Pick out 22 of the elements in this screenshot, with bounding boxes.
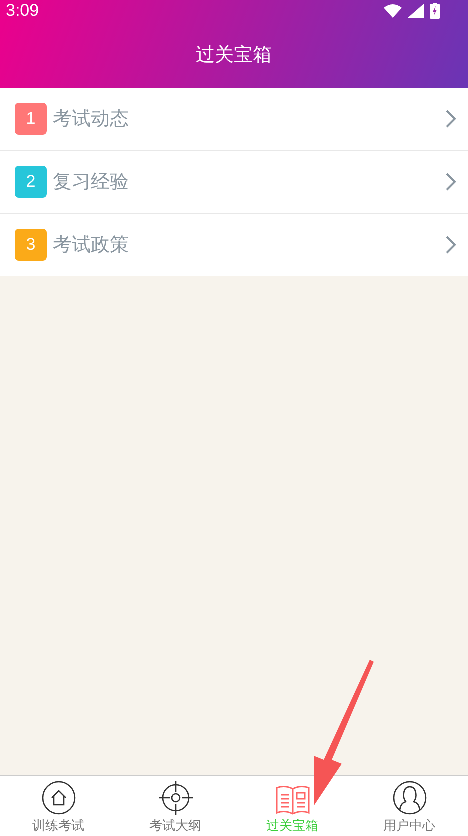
number-badge: 3 (15, 229, 47, 261)
book-icon (276, 785, 310, 815)
home-icon (42, 781, 76, 815)
chevron-right-icon (446, 110, 456, 128)
status-time: 3:09 (6, 1, 40, 21)
user-icon (392, 781, 426, 815)
signal-icon (408, 4, 424, 18)
battery-icon (430, 3, 440, 19)
page-title: 过关宝箱 (195, 43, 273, 68)
number-badge: 2 (15, 166, 47, 198)
list-item[interactable]: 1 考试动态 (0, 88, 468, 151)
target-icon (158, 781, 192, 815)
list-item[interactable]: 3 考试政策 (0, 214, 468, 276)
nav-tab[interactable]: 考试大纲 (117, 776, 234, 836)
wifi-icon (384, 4, 402, 18)
nav-tab[interactable]: 过关宝箱 (234, 776, 351, 836)
chevron-right-icon (446, 236, 456, 254)
number-badge: 1 (15, 103, 47, 135)
nav-tab[interactable]: 训练考试 (0, 776, 117, 836)
nav-tab[interactable]: 用户中心 (351, 776, 468, 836)
chevron-right-icon (446, 173, 456, 191)
list-item[interactable]: 2 复习经验 (0, 151, 468, 214)
